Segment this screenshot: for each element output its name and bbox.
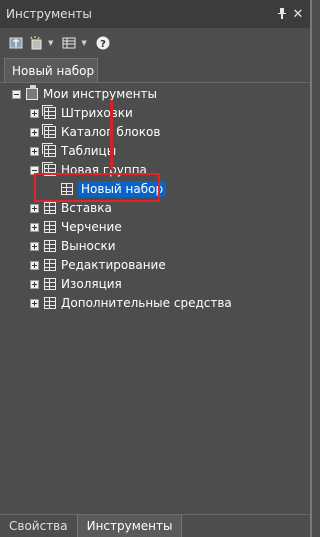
palette-title: Инструменты [6, 7, 92, 21]
view-options-icon[interactable] [61, 35, 77, 51]
tree-root[interactable]: Мои инструменты [12, 85, 157, 103]
palette-icon [44, 221, 56, 233]
expand-icon[interactable] [30, 298, 39, 308]
tree-item-label: Редактирование [61, 258, 166, 272]
chevron-down-icon[interactable]: ▼ [81, 39, 86, 47]
palette-icon [44, 278, 56, 290]
tree-item-label: Выноски [61, 239, 116, 253]
tab-properties[interactable]: Свойства [0, 515, 77, 537]
close-icon[interactable]: ✕ [290, 7, 306, 22]
palette-icon [44, 259, 56, 271]
collapse-icon[interactable] [12, 89, 21, 99]
palette-icon [44, 240, 56, 252]
palette-group-icon [42, 105, 56, 119]
tree-item-label: Изоляция [61, 277, 122, 291]
help-icon[interactable]: ? [95, 35, 111, 51]
annotation-arrow-line [110, 100, 113, 170]
properties-icon[interactable] [8, 35, 24, 51]
expand-icon[interactable] [30, 108, 39, 118]
palette-group-icon [42, 124, 56, 138]
tree-item-modify[interactable]: Редактирование [30, 256, 166, 274]
tab-tools[interactable]: Инструменты [76, 515, 183, 537]
new-palette-icon[interactable] [28, 35, 44, 51]
expand-icon[interactable] [30, 279, 39, 289]
palette-icon [44, 297, 56, 309]
palette-titlebar: Инструменты ✕ [0, 0, 312, 28]
tree-item-block-catalog[interactable]: Каталог блоков [30, 123, 160, 141]
svg-text:?: ? [100, 39, 106, 50]
tree-item-drawing[interactable]: Черчение [30, 218, 122, 236]
expand-icon[interactable] [30, 127, 39, 137]
palette-group-icon [42, 143, 56, 157]
expand-icon[interactable] [30, 203, 39, 213]
tree-root-label: Мои инструменты [43, 87, 158, 101]
palette-toolbar: ▼ ▼ ? [0, 30, 312, 56]
tree-item-label: Дополнительные средства [61, 296, 232, 310]
tree-item-leaders[interactable]: Выноски [30, 237, 116, 255]
expand-icon[interactable] [30, 146, 39, 156]
expand-icon[interactable] [30, 241, 39, 251]
chevron-down-icon[interactable]: ▼ [48, 39, 53, 47]
tab-new-set[interactable]: Новый набор [4, 58, 98, 82]
tree-item-label: Таблицы [61, 144, 117, 158]
expand-icon[interactable] [30, 222, 39, 232]
palette-tabbar: Новый набор [0, 58, 312, 83]
tree-item-isolation[interactable]: Изоляция [30, 275, 122, 293]
bottom-tabbar: Свойства Инструменты [0, 514, 312, 537]
tree-item-label: Штриховки [61, 106, 133, 120]
tree-item-additional-tools[interactable]: Дополнительные средства [30, 294, 232, 312]
panel-border [310, 0, 312, 537]
expand-icon[interactable] [30, 260, 39, 270]
tree-item-label: Черчение [61, 220, 122, 234]
tree-item-label: Вставка [61, 201, 112, 215]
palette-icon [44, 202, 56, 214]
annotation-highlight-box [34, 173, 160, 202]
tool-palettes-icon [26, 85, 38, 100]
pin-icon[interactable] [274, 7, 290, 22]
tree-item-hatches[interactable]: Штриховки [30, 104, 133, 122]
tree-item-tables[interactable]: Таблицы [30, 142, 116, 160]
